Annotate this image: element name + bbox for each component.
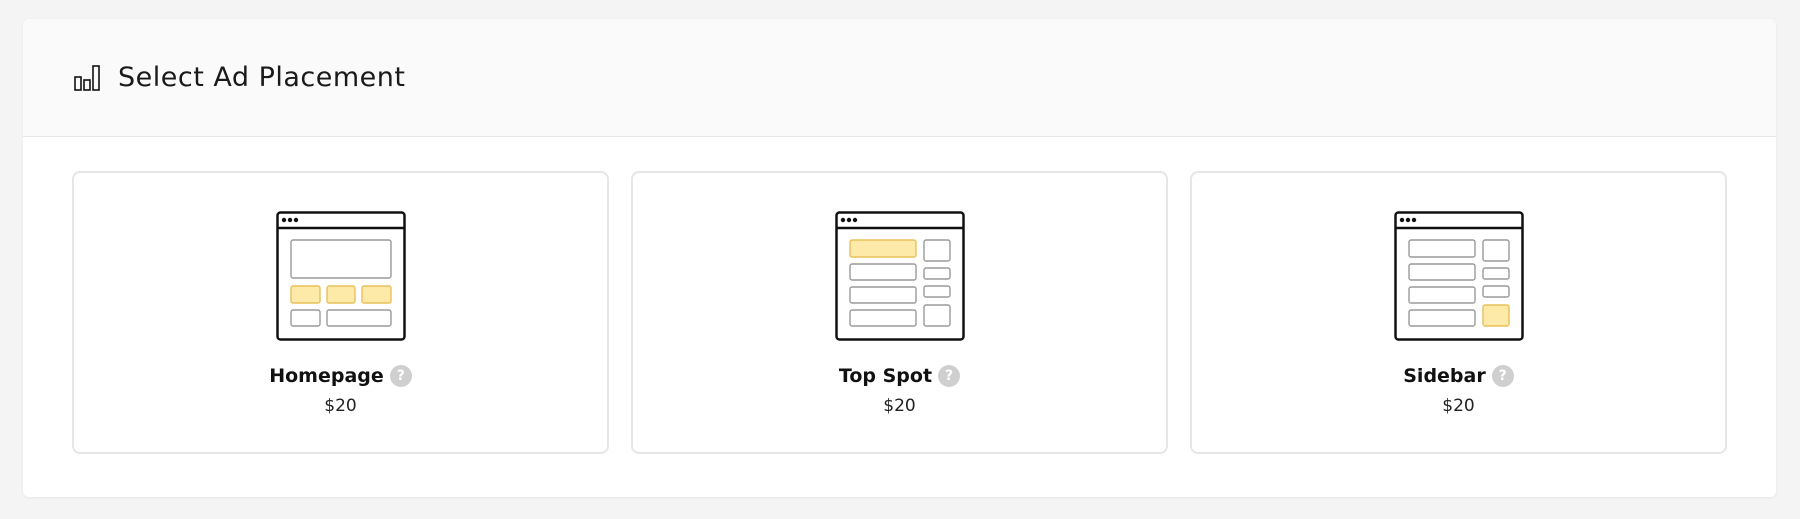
ad-placement-panel: Select Ad Placement Homepage ? $20 Top S…	[23, 19, 1776, 497]
placement-price: $20	[1442, 396, 1475, 416]
placement-price: $20	[883, 396, 916, 416]
placement-card-homepage[interactable]: Homepage ? $20	[72, 171, 609, 454]
top-spot-layout-icon	[834, 211, 965, 341]
card-title-row: Sidebar ?	[1403, 365, 1514, 387]
page-title: Select Ad Placement	[118, 62, 406, 93]
card-title-row: Homepage ?	[269, 365, 412, 387]
placement-card-top-spot[interactable]: Top Spot ? $20	[631, 171, 1168, 454]
placement-price: $20	[324, 396, 357, 416]
placement-options: Homepage ? $20 Top Spot ? $20 Sidebar ? …	[23, 137, 1776, 454]
placement-card-sidebar[interactable]: Sidebar ? $20	[1190, 171, 1727, 454]
card-title-row: Top Spot ?	[838, 365, 961, 387]
bar-chart-icon	[73, 63, 103, 93]
sidebar-layout-icon	[1393, 211, 1524, 341]
panel-header: Select Ad Placement	[23, 19, 1776, 137]
help-icon[interactable]: ?	[389, 365, 412, 387]
placement-name: Sidebar	[1403, 365, 1486, 387]
placement-name: Top Spot	[838, 365, 933, 387]
homepage-layout-icon	[275, 211, 406, 341]
help-icon[interactable]: ?	[1491, 365, 1514, 387]
help-icon[interactable]: ?	[938, 365, 961, 387]
placement-name: Homepage	[269, 365, 384, 387]
